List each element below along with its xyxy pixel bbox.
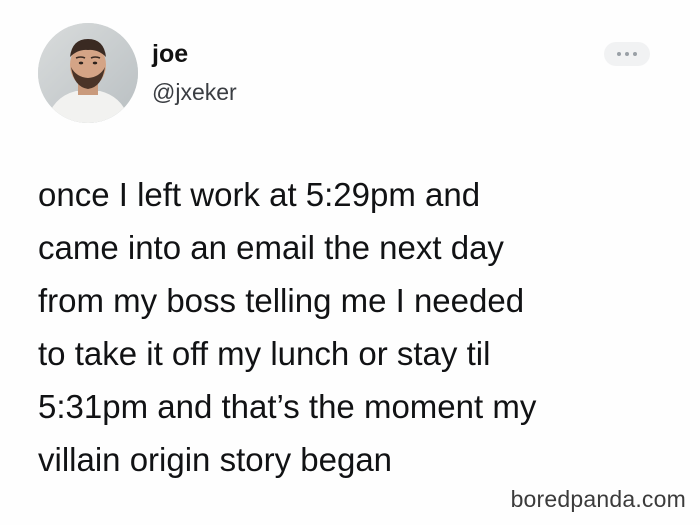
more-horizontal-icon — [633, 52, 637, 56]
author-handle[interactable]: @jxeker — [152, 79, 237, 105]
author-name[interactable]: joe — [152, 40, 188, 68]
avatar[interactable] — [38, 23, 138, 123]
tweet-text: once I left work at 5:29pm and came into… — [38, 168, 678, 486]
more-options-button[interactable] — [604, 42, 650, 66]
more-horizontal-icon — [625, 52, 629, 56]
tweet-text-line: villain origin story began — [38, 441, 393, 478]
tweet-text-line: to take it off my lunch or stay til — [38, 335, 491, 372]
tweet-text-line: once I left work at 5:29pm and — [38, 176, 481, 213]
watermark: boredpanda.com — [510, 486, 686, 512]
more-horizontal-icon — [617, 52, 621, 56]
tweet-text-line: from my boss telling me I needed — [38, 282, 525, 319]
tweet-text-line: came into an email the next day — [38, 229, 504, 266]
tweet-card: joe @jxeker once I left work at 5:29pm a… — [0, 0, 700, 525]
tweet-text-line: 5:31pm and that’s the moment my — [38, 388, 537, 425]
avatar-photo-icon — [38, 23, 138, 123]
